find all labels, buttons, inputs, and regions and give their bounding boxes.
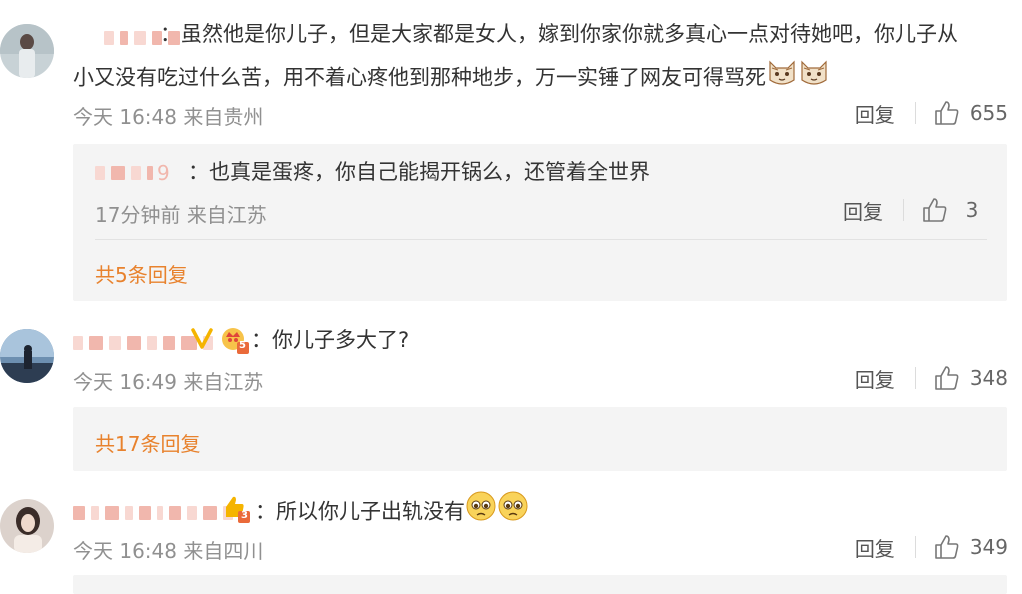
comment-text: ：你儿子多大了? xyxy=(251,328,410,352)
thumbs-up-icon xyxy=(935,101,959,125)
avatar-image xyxy=(0,499,54,553)
avatar-image xyxy=(0,329,54,383)
comment-item: ：虽然他是你儿子，但是大家都是女人，嫁到你家你就多真心一点对待她吧，你儿子从 小… xyxy=(0,0,1022,305)
divider xyxy=(903,199,904,221)
like-count: 349 xyxy=(969,535,1008,559)
avatar[interactable] xyxy=(0,499,54,553)
like-count: 3 xyxy=(965,198,979,222)
comment-actions: 回复 349 xyxy=(855,532,1008,562)
thumbs-up-icon xyxy=(935,535,959,559)
comment-location: 来自江苏 xyxy=(183,370,264,394)
reply-button[interactable]: 回复 xyxy=(843,196,883,225)
avatar-image xyxy=(0,24,54,78)
pleading-face-emoji xyxy=(497,490,529,535)
fan-level-badge[interactable]: 3 xyxy=(222,493,252,529)
comment-location: 来自贵州 xyxy=(183,105,264,129)
fan-level-number: 3 xyxy=(241,510,248,521)
comment-meta: 今天 16:48 来自四川 xyxy=(73,535,263,564)
comment-text-line2: 小又没有吃过什么苦，用不着心疼他到那种地步，万一实锤了网友可得骂死 xyxy=(73,56,830,101)
sub-reply-actions: 回复 3 xyxy=(843,195,986,225)
masked-username[interactable]: 9 xyxy=(95,161,170,185)
more-replies-link[interactable]: 共17条回复 xyxy=(95,428,200,457)
divider xyxy=(914,536,916,558)
divider xyxy=(914,102,916,124)
cat-emoji xyxy=(766,56,798,101)
comment-actions: 回复 348 xyxy=(855,363,1008,393)
avatar[interactable] xyxy=(0,24,54,78)
more-replies-link[interactable]: 共5条回复 xyxy=(95,259,188,288)
pleading-face-emoji xyxy=(465,490,497,535)
comment-meta: 今天 16:49 来自江苏 xyxy=(73,366,263,395)
comment-text: ：所以你儿子出轨没有 xyxy=(255,490,529,535)
comment-location: 来自四川 xyxy=(183,539,264,563)
sub-reply-location: 来自江苏 xyxy=(186,203,267,227)
sub-reply-time: 17分钟前 xyxy=(95,203,181,227)
comment-item: 3 ：所以你儿子出轨没有 今天 16:48 来自四川 回复 349 xyxy=(0,475,1022,594)
thumbs-up-icon xyxy=(923,198,947,222)
sub-replies-box: 共17条回复 xyxy=(73,407,1007,471)
divider xyxy=(914,367,916,389)
comment-time: 今天 16:49 xyxy=(73,370,177,394)
vip-v-icon[interactable] xyxy=(190,326,214,354)
username-tail: 9 xyxy=(157,161,170,185)
comment-time: 今天 16:48 xyxy=(73,105,177,129)
sub-reply-meta: 17分钟前 来自江苏 xyxy=(95,199,267,228)
avatar[interactable] xyxy=(0,329,54,383)
sub-divider xyxy=(95,239,987,240)
like-button[interactable]: 348 xyxy=(934,365,1008,391)
like-button[interactable]: 349 xyxy=(934,534,1008,560)
thumbs-up-icon xyxy=(935,366,959,390)
reply-button[interactable]: 回复 xyxy=(855,364,895,393)
comment-time: 今天 16:48 xyxy=(73,539,177,563)
like-count: 655 xyxy=(969,101,1008,125)
reply-button[interactable]: 回复 xyxy=(855,533,895,562)
comment-text: ：虽然他是你儿子，但是大家都是女人，嫁到你家你就多真心一点对待她吧，你儿子从 xyxy=(160,22,958,46)
comment-actions: 回复 655 xyxy=(855,98,1008,128)
crown-level-badge[interactable]: 5 xyxy=(220,325,250,359)
sub-reply-text: ：也真是蛋疼，你自己能揭开锅么，还管着全世界 xyxy=(188,160,650,184)
sub-replies-box xyxy=(73,575,1007,594)
sub-replies-box: 9 ：也真是蛋疼，你自己能揭开锅么，还管着全世界 17分钟前 来自江苏 回复 3… xyxy=(73,144,1007,301)
comment-meta: 今天 16:48 来自贵州 xyxy=(73,101,263,130)
like-button[interactable]: 3 xyxy=(922,197,986,223)
crown-level-number: 5 xyxy=(239,340,246,351)
comment-item: 5 ：你儿子多大了? 今天 16:49 来自江苏 回复 348 共17条回复 xyxy=(0,305,1022,475)
masked-username[interactable] xyxy=(73,505,233,521)
like-count: 348 xyxy=(969,366,1008,390)
cat-emoji xyxy=(798,56,830,101)
reply-button[interactable]: 回复 xyxy=(855,99,895,128)
like-button[interactable]: 655 xyxy=(934,100,1008,126)
